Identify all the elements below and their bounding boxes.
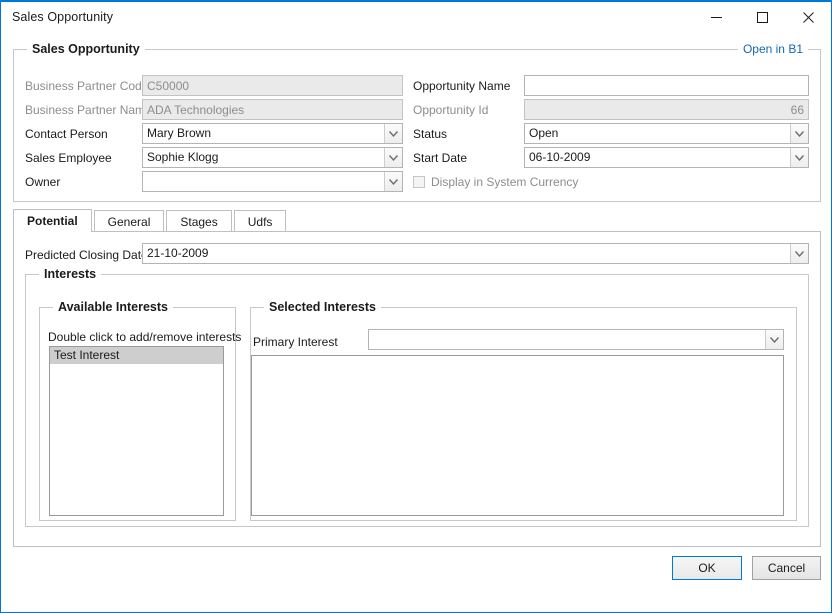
label-business-partner-name: Business Partner Name: [25, 103, 152, 117]
window-title: Sales Opportunity: [12, 10, 114, 24]
predicted-closing-date-value: 21-10-2009: [147, 246, 209, 260]
ok-button[interactable]: OK: [672, 556, 742, 580]
start-date-value: 06-10-2009: [529, 150, 591, 164]
owner-combobox[interactable]: [142, 171, 403, 192]
label-opportunity-name: Opportunity Name: [413, 79, 511, 93]
tab-stages[interactable]: Stages: [166, 210, 232, 232]
tab-strip: Potential General Stages Udfs: [13, 209, 821, 232]
cancel-button[interactable]: Cancel: [752, 556, 821, 580]
sales-employee-value: Sophie Klogg: [147, 150, 219, 164]
label-contact-person: Contact Person: [25, 127, 108, 141]
tab-potential[interactable]: Potential: [13, 209, 92, 232]
label-sales-employee: Sales Employee: [25, 151, 112, 165]
chevron-down-icon[interactable]: [790, 244, 808, 263]
group-title-interests: Interests: [39, 267, 102, 281]
label-opportunity-id: Opportunity Id: [413, 103, 489, 117]
label-owner: Owner: [25, 175, 61, 189]
chevron-down-icon[interactable]: [790, 148, 808, 167]
owner-value: [143, 172, 384, 191]
sales-employee-combobox[interactable]: Sophie Klogg: [142, 147, 403, 168]
contact-person-combobox[interactable]: Mary Brown: [142, 123, 403, 144]
display-in-system-currency-checkbox: Display in System Currency: [413, 175, 578, 189]
group-title-sales-opportunity: Sales Opportunity: [27, 42, 145, 56]
start-date-combobox[interactable]: 06-10-2009: [524, 147, 809, 168]
label-start-date: Start Date: [413, 151, 468, 165]
close-icon: [802, 11, 814, 23]
predicted-closing-date-combobox[interactable]: 21-10-2009: [142, 243, 809, 264]
business-partner-code-input: [142, 75, 403, 96]
close-button[interactable]: [785, 2, 831, 32]
tab-udfs[interactable]: Udfs: [233, 210, 287, 232]
label-business-partner-code: Business Partner Code: [25, 79, 149, 93]
maximize-button[interactable]: [739, 2, 785, 32]
minimize-icon: [710, 16, 722, 18]
label-status: Status: [413, 127, 448, 141]
available-interests-listbox[interactable]: Test Interest: [49, 346, 224, 516]
maximize-icon: [756, 11, 768, 23]
tab-general[interactable]: General: [93, 210, 165, 232]
status-combobox[interactable]: Open: [524, 123, 809, 144]
primary-interest-value: [369, 330, 765, 349]
open-in-b1-link[interactable]: Open in B1: [737, 42, 808, 56]
business-partner-name-input: [142, 99, 403, 120]
group-title-selected-interests: Selected Interests: [264, 300, 381, 314]
chevron-down-icon[interactable]: [384, 172, 402, 191]
title-bar: Sales Opportunity: [1, 2, 831, 32]
window-controls: [693, 2, 831, 32]
contact-person-value: Mary Brown: [147, 126, 212, 140]
chevron-down-icon[interactable]: [384, 124, 402, 143]
list-item[interactable]: Test Interest: [50, 347, 223, 364]
chevron-down-icon[interactable]: [790, 124, 808, 143]
chevron-down-icon[interactable]: [765, 330, 783, 349]
chevron-down-icon[interactable]: [384, 148, 402, 167]
opportunity-id-input: [524, 99, 809, 120]
checkbox-box-icon: [413, 176, 425, 188]
sales-opportunity-window: Sales Opportunity Sales Opportunity Open…: [0, 0, 832, 613]
display-in-system-currency-label: Display in System Currency: [431, 175, 579, 189]
minimize-button[interactable]: [693, 2, 739, 32]
group-title-available-interests: Available Interests: [53, 300, 174, 314]
primary-interest-combobox[interactable]: [368, 329, 784, 350]
label-primary-interest: Primary Interest: [253, 335, 338, 349]
label-predicted-closing-date: Predicted Closing Date: [25, 248, 148, 262]
opportunity-name-input[interactable]: [524, 75, 809, 96]
status-value: Open: [529, 126, 559, 140]
available-interests-hint: Double click to add/remove interests: [48, 330, 242, 344]
selected-interests-listbox[interactable]: [251, 355, 784, 516]
